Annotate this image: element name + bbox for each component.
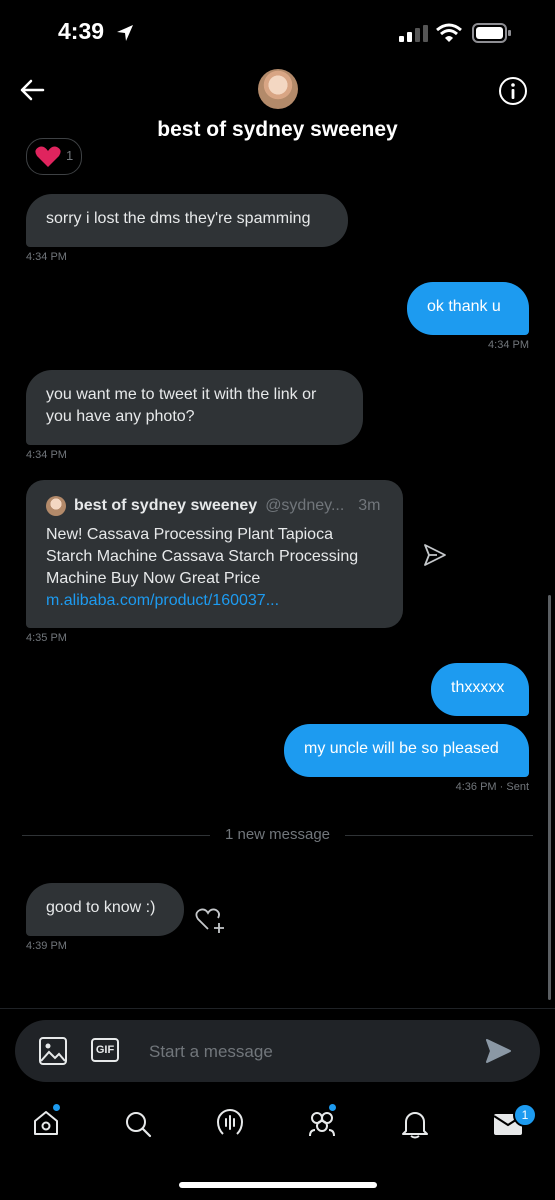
send-icon[interactable] (486, 1039, 511, 1063)
tweet-age: 3m (358, 497, 381, 514)
wifi-icon (436, 23, 462, 42)
message-timestamp: 4:34 PM (26, 449, 67, 461)
message-timestamp: 4:39 PM (26, 940, 67, 952)
tweet-text: New! Cassava Processing Plant Tapioca St… (46, 526, 359, 587)
message-received[interactable]: good to know :) (26, 883, 184, 936)
tweet-link[interactable]: m.alibaba.com/product/160037... (46, 590, 383, 612)
location-arrow-icon (117, 25, 133, 41)
heart-reaction-icon (35, 146, 61, 167)
reaction-pill[interactable]: 1 (26, 138, 82, 175)
scrollbar[interactable] (548, 595, 551, 1000)
tweet-author-avatar (46, 496, 66, 516)
message-received[interactable]: you want me to tweet it with the link or… (26, 370, 363, 445)
message-sent[interactable]: thxxxxx (431, 663, 529, 716)
status-time: 4:39 (58, 18, 105, 44)
shared-tweet-card[interactable]: best of sydney sweeney @sydney... 3m New… (26, 480, 403, 628)
search-icon[interactable] (124, 1110, 152, 1138)
messages-badge: 1 (513, 1103, 537, 1127)
message-timestamp: 4:34 PM (488, 339, 529, 351)
message-timestamp: 4:34 PM (26, 251, 67, 263)
message-timestamp: 4:36 PM · Sent (455, 781, 529, 793)
share-send-icon[interactable] (423, 543, 447, 567)
new-message-divider: 1 new message (224, 826, 331, 843)
tweet-author-name: best of sydney sweeney (74, 497, 258, 514)
home-notification-dot (53, 1104, 60, 1111)
message-sent[interactable]: ok thank u (407, 282, 529, 335)
back-arrow-icon[interactable] (19, 78, 45, 102)
conversation-title[interactable]: best of sydney sweeney (0, 118, 555, 142)
reaction-count: 1 (66, 148, 74, 163)
avatar[interactable] (258, 69, 298, 109)
home-indicator (179, 1182, 377, 1188)
battery-icon (472, 23, 511, 43)
spaces-icon[interactable] (215, 1108, 245, 1138)
message-sent[interactable]: my uncle will be so pleased (284, 724, 529, 777)
message-timestamp: 4:35 PM (26, 632, 67, 644)
message-input[interactable]: Start a message (149, 1042, 273, 1062)
message-received[interactable]: sorry i lost the dms they're spamming (26, 194, 348, 247)
home-icon[interactable] (32, 1109, 60, 1137)
gif-button[interactable]: GIF (91, 1038, 119, 1062)
tweet-card-header: best of sydney sweeney @sydney... 3m (46, 496, 383, 516)
communities-notification-dot (329, 1104, 336, 1111)
info-icon[interactable] (498, 76, 528, 106)
image-icon[interactable] (38, 1036, 68, 1066)
communities-icon[interactable] (306, 1108, 338, 1138)
tweet-author-handle: @sydney... (265, 497, 345, 514)
notifications-bell-icon[interactable] (401, 1109, 429, 1139)
signal-icon (399, 25, 428, 42)
composer-separator (0, 1008, 555, 1009)
add-reaction-heart-icon[interactable] (195, 906, 227, 934)
